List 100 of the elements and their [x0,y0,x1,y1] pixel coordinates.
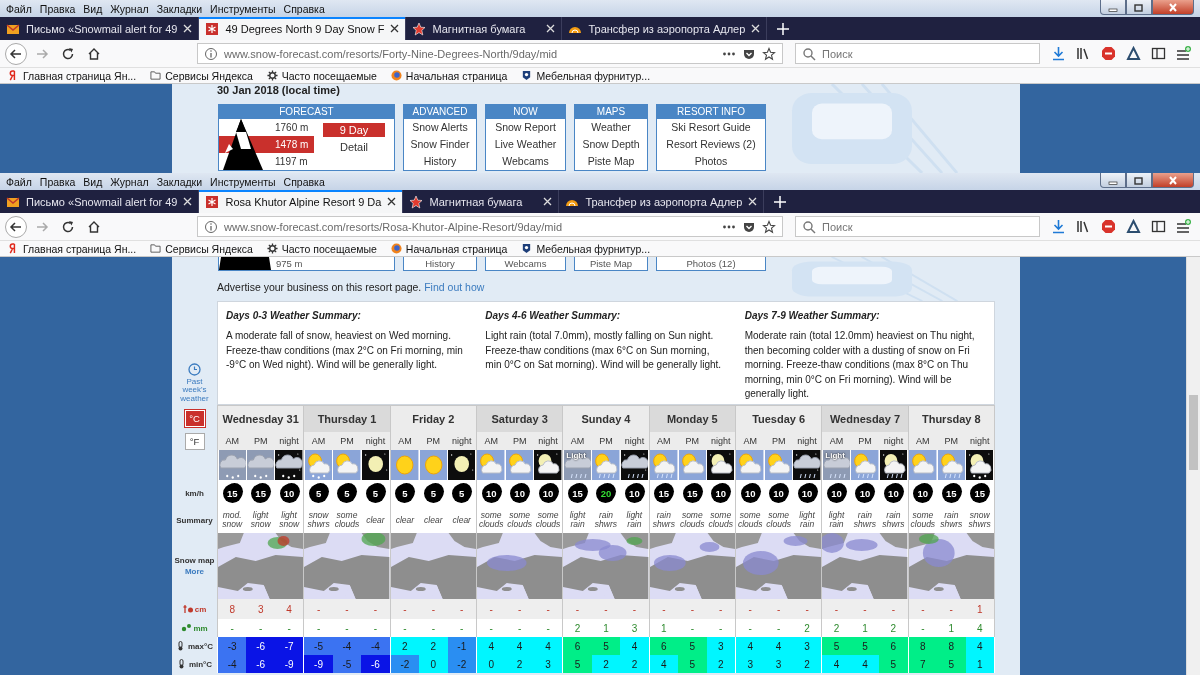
menu-item[interactable]: Инструменты [206,2,280,15]
menu-item[interactable]: Справка [279,175,329,188]
wind-speed: 10 [624,484,644,503]
max-temp-cell: -7 [274,637,304,655]
menu-item[interactable]: Журнал [106,2,153,15]
menu-item[interactable]: Закладки [152,175,207,188]
menu-link[interactable]: History [403,257,477,271]
menu-link[interactable]: Snow Depth [575,136,647,153]
elevation-option[interactable]: 1478 m [271,136,314,153]
menu-item[interactable]: Справка [279,2,329,15]
droplets-icon [181,623,193,633]
restore-button[interactable] [1126,173,1152,188]
more-link[interactable]: More [184,567,205,576]
address-bar[interactable]: www.snow-forecast.com/resorts/Rosa-Khutor-Alpine-Resort/9day/mid [197,216,783,237]
menu-item[interactable]: Файл [2,2,36,15]
bookmark-item[interactable]: Мебельная фурнитур... [521,242,651,255]
bookmark-item[interactable]: Мебельная фурнитур... [521,69,651,82]
download-icon[interactable] [1051,46,1066,61]
bookmark-item[interactable]: Начальная страница [390,69,508,82]
bookmark-item[interactable]: Главная страница Ян... [8,242,137,255]
menu-item[interactable]: Закладки [152,2,207,15]
plus-icon[interactable] [777,22,790,35]
menu-link[interactable]: Webcams [485,257,566,271]
past-weather-link[interactable]: Past week's weather [176,377,213,403]
back-button[interactable] [5,215,27,238]
home-icon [87,46,101,61]
octagon-icon[interactable] [1101,46,1116,61]
minimize-button[interactable] [1100,0,1126,15]
min-temp-cell: -2 [390,655,420,673]
elevation-label[interactable]: 975 m [276,258,303,269]
bookmark-item[interactable]: Часто посещаемые [266,69,377,82]
star-icon[interactable] [762,46,776,61]
menu-link[interactable]: Piste Map [574,257,648,271]
browser-tab[interactable]: 49 Degrees North 9 Day Snow F [199,17,407,40]
menu-item[interactable]: Вид [79,2,107,15]
sidebar-icon[interactable] [1151,219,1166,234]
bookmark-item[interactable]: Главная страница Ян... [8,69,137,82]
menu-link[interactable]: Snow Alerts [404,119,476,136]
bookmark-item[interactable]: Сервисы Яндекса [150,242,253,255]
search-input[interactable]: Поиск [822,47,1033,60]
menu-link[interactable]: Photos [657,153,765,170]
clock-icon[interactable] [188,362,201,376]
close-icon[interactable] [390,24,400,33]
unit-toggle[interactable]: °C [184,410,205,427]
menu-link[interactable]: Resort Reviews (2) [657,136,765,153]
address-bar[interactable]: www.snow-forecast.com/resorts/Forty-Nine-Degrees-North/9day/mid [197,43,783,64]
menu-link[interactable]: Weather [575,119,647,136]
close-button[interactable] [1152,0,1194,15]
elevation-option[interactable]: 1197 m [271,153,314,170]
menu-icon[interactable] [1176,219,1191,234]
menu-link[interactable]: Live Weather [486,136,565,153]
close-button[interactable] [1152,173,1194,188]
search-input[interactable]: Поиск [822,220,1033,233]
scrollbar-thumb[interactable] [1189,395,1198,470]
star-icon[interactable] [762,219,776,234]
menu-link[interactable]: Photos (12) [656,257,766,271]
plus-icon[interactable] [774,195,787,208]
restore-button[interactable] [1126,0,1152,15]
wind-speed: 5 [423,484,443,503]
menu-link[interactable]: Webcams [486,153,565,170]
unit-toggle[interactable]: °F [184,432,205,450]
triangle-icon[interactable] [1126,46,1141,61]
close-icon[interactable] [387,197,397,206]
library-icon[interactable] [1076,219,1091,234]
rain-cell-text: - [920,621,926,636]
menu-item[interactable]: Файл [2,175,36,188]
bookmark-item[interactable]: Сервисы Яндекса [150,69,253,82]
menu-item[interactable]: Правка [35,175,80,188]
library-icon[interactable] [1076,46,1091,61]
menu-link[interactable]: History [404,153,476,170]
scrollbar[interactable] [1186,257,1200,675]
search-field[interactable]: Поиск [795,216,1040,237]
minimize-button[interactable] [1100,173,1126,188]
menu-item[interactable]: Инструменты [206,175,280,188]
elevation-option[interactable]: 1760 m [271,119,314,136]
triangle-icon[interactable] [1126,219,1141,234]
menu-item[interactable]: Вид [79,175,107,188]
day-header: Thursday 8 [908,405,995,432]
menu-link[interactable]: Ski Resort Guide [657,119,765,136]
summary-cell-text: clear [423,513,444,527]
menu-link[interactable]: Piste Map [575,153,647,170]
find-out-link[interactable]: Find out how [424,281,485,293]
browser-tab[interactable]: Rosa Khutor Alpine Resort 9 Da [199,190,404,213]
view-option[interactable]: Detail [323,140,385,154]
octagon-icon[interactable] [1101,219,1116,234]
summary-text: Moderate rain (total 12.0mm) heaviest on Thu night, then becoming colder with a dusting of snow on Fri morning. Freeze-thaw conditions (max 8°C on Thu morning, min 0°C on Fri morning). Wind will be generally light. [744,329,976,401]
menu-link[interactable]: Snow Report [486,119,565,136]
bookmark-item[interactable]: Часто посещаемые [266,242,377,255]
sun-icon [419,450,448,480]
menu-link[interactable]: Snow Finder [404,136,476,153]
search-field[interactable]: Поиск [795,43,1040,64]
download-icon[interactable] [1051,219,1066,234]
menu-item[interactable]: Журнал [106,175,153,188]
back-button[interactable] [5,42,27,65]
snow-cell: - [563,599,592,619]
menu-item[interactable]: Правка [35,2,80,15]
menu-icon[interactable] [1176,46,1191,61]
sidebar-icon[interactable] [1151,46,1166,61]
view-option[interactable]: 9 Day [323,123,385,137]
bookmark-item[interactable]: Начальная страница [390,242,508,255]
